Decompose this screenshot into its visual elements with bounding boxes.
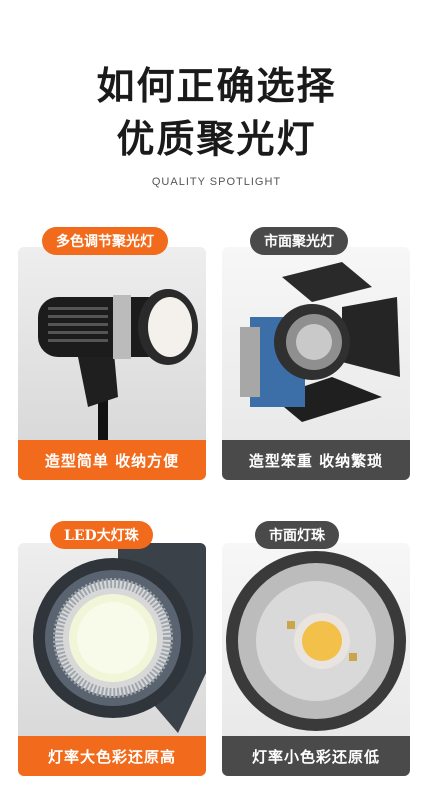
- caption-product-spotlight: 造型简单 收纳方便: [18, 440, 206, 480]
- tag-market-spotlight: 市面聚光灯: [250, 227, 348, 255]
- caption-market-bead: 灯率小色彩还原低: [222, 736, 410, 776]
- market-spotlight-image: [222, 247, 410, 440]
- card-market-spotlight: 造型笨重 收纳繁琐: [222, 247, 410, 480]
- page-title-line-2: 优质聚光灯: [116, 116, 317, 161]
- tag-product-spotlight: 多色调节聚光灯: [42, 227, 168, 255]
- card-led-bead: 灯率大色彩还原高: [18, 543, 206, 776]
- tag-market-bead: 市面灯珠: [255, 521, 339, 549]
- page-subtitle: QUALITY SPOTLIGHT: [151, 176, 282, 188]
- product-spotlight-image: [18, 247, 206, 440]
- caption-led-bead: 灯率大色彩还原高: [18, 736, 206, 776]
- card-product-spotlight: 造型简单 收纳方便: [18, 247, 206, 480]
- tag-led-bead: LED大灯珠: [50, 521, 153, 549]
- page-title-line-1: 如何正确选择: [96, 63, 337, 108]
- market-bead-image: [222, 543, 410, 736]
- led-bead-image: [18, 543, 206, 736]
- card-market-bead: 灯率小色彩还原低: [222, 543, 410, 776]
- caption-market-spotlight: 造型笨重 收纳繁琐: [222, 440, 410, 480]
